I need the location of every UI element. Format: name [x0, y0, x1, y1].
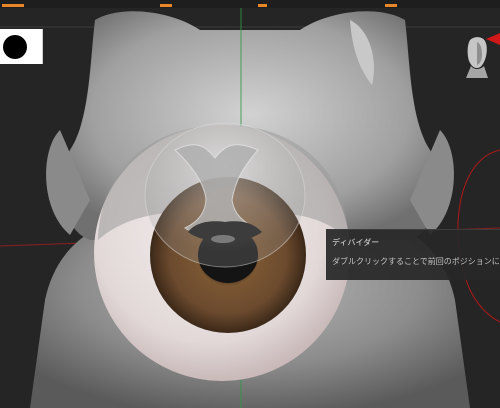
head-navigation-icon[interactable] — [462, 36, 492, 82]
sculpt-scene — [0, 8, 500, 408]
top-toolbar — [0, 0, 500, 8]
tab-indicator[interactable] — [385, 4, 397, 7]
tooltip-description: ダブルクリックすることで前回のポジションに戻すこと — [332, 257, 500, 266]
tooltip-popup: ディバイダー ダブルクリックすることで前回のポジションに戻すこと — [326, 229, 500, 280]
round-brush-icon — [3, 35, 27, 59]
3d-viewport[interactable] — [0, 8, 500, 408]
tab-indicator[interactable] — [160, 4, 172, 7]
tab-indicator[interactable] — [258, 4, 267, 7]
brush-preview[interactable] — [0, 29, 43, 64]
active-tab-indicator[interactable] — [2, 4, 24, 7]
tooltip-title: ディバイダー — [332, 238, 380, 247]
lip-highlight — [211, 235, 235, 243]
